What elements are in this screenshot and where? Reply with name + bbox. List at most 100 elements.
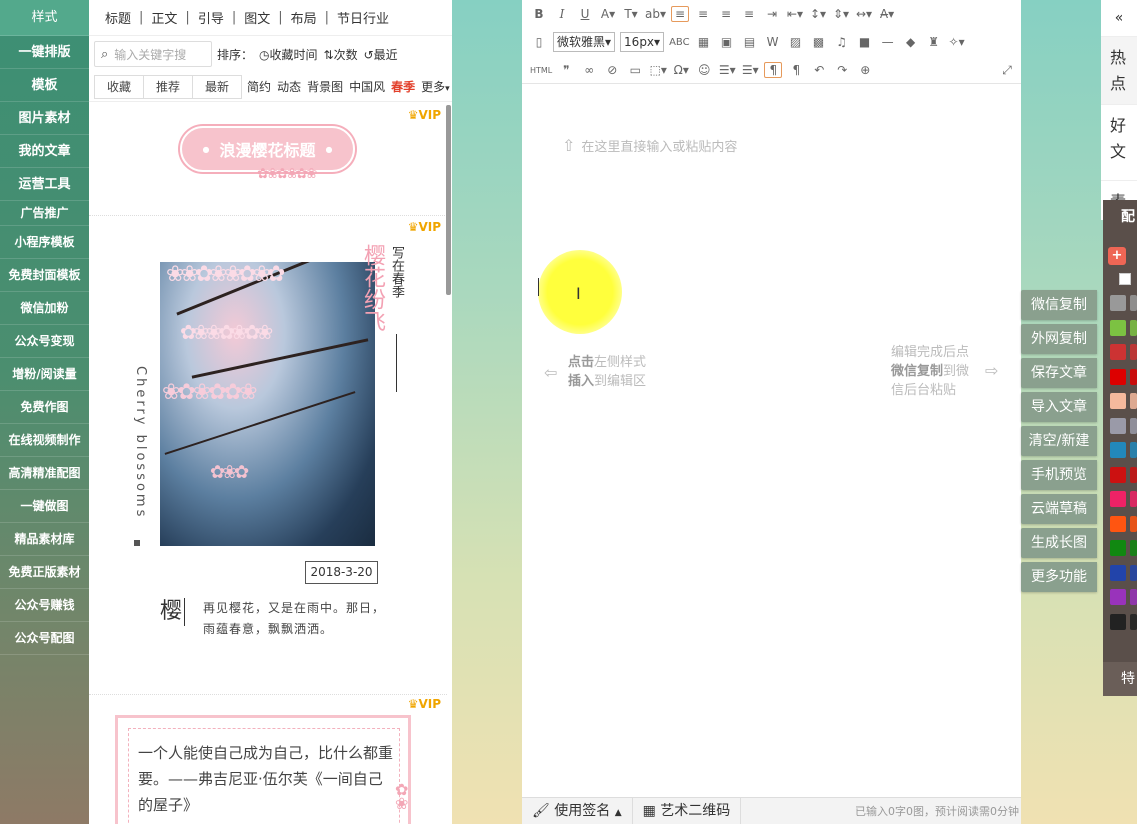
color-swatch[interactable] bbox=[1110, 540, 1126, 556]
color-swatch[interactable] bbox=[1130, 540, 1137, 556]
color-swatch[interactable] bbox=[1130, 613, 1137, 630]
color-swatch[interactable] bbox=[1110, 344, 1126, 360]
redo-icon[interactable]: ↷ bbox=[833, 63, 851, 77]
tag-spring[interactable]: 春季 bbox=[391, 78, 415, 95]
html-icon[interactable]: HTML bbox=[530, 66, 552, 75]
fullscreen-icon[interactable]: ⤢ bbox=[998, 63, 1016, 78]
nav-item-free-draw[interactable]: 免费作图 bbox=[0, 391, 89, 424]
align-center-icon[interactable]: ≡ bbox=[694, 7, 712, 21]
color-swatch[interactable] bbox=[1130, 589, 1137, 605]
nav-item-style[interactable]: 样式 bbox=[0, 0, 89, 36]
table-icon[interactable]: ▦ bbox=[695, 35, 713, 49]
tab-good-articles[interactable]: 好文 bbox=[1101, 104, 1137, 180]
quote-icon[interactable]: ❞ bbox=[557, 63, 575, 77]
font-size-select[interactable]: 16px▾ bbox=[620, 32, 665, 52]
word-import-icon[interactable]: W bbox=[764, 35, 782, 49]
template-card-quote[interactable]: ♛VIP 一个人能使自己成为自己，比什么都重要。——弗吉尼亚·伍尔芙《一间自己的… bbox=[89, 694, 447, 824]
color-swatch[interactable] bbox=[1110, 613, 1126, 630]
nav-item-monetize[interactable]: 公众号变现 bbox=[0, 325, 89, 358]
nav-item-mp-images[interactable]: 公众号配图 bbox=[0, 622, 89, 655]
format-painter-icon[interactable]: ♜ bbox=[925, 35, 943, 49]
bold-icon[interactable]: B bbox=[530, 7, 548, 21]
color-swatch[interactable] bbox=[1130, 442, 1137, 458]
tag-simple[interactable]: 简约 bbox=[247, 78, 271, 95]
clear-format-icon[interactable]: A̶▾ bbox=[878, 7, 896, 21]
color-swatch[interactable] bbox=[1130, 393, 1137, 409]
emoji-icon[interactable]: ☺ bbox=[695, 63, 713, 77]
unordered-list-icon[interactable]: ☰▾ bbox=[741, 63, 759, 77]
indent-icon[interactable]: ⇥ bbox=[763, 7, 781, 21]
color-swatch[interactable] bbox=[1110, 442, 1126, 458]
color-swatch[interactable] bbox=[1130, 319, 1137, 336]
nav-item-one-click-layout[interactable]: 一键排版 bbox=[0, 36, 89, 69]
color-swatch[interactable] bbox=[1110, 319, 1126, 336]
color-swatch[interactable] bbox=[1130, 515, 1137, 532]
color-swatch[interactable] bbox=[1110, 393, 1126, 409]
new-doc-icon[interactable]: ▯ bbox=[530, 35, 548, 49]
letter-spacing-icon[interactable]: ↔▾ bbox=[855, 7, 873, 21]
color-swatch[interactable] bbox=[1110, 295, 1126, 311]
template-card-sakura[interactable]: ♛VIP ❀❀✿❀❀✿❀✿ ✿❀❀✿❀✿❀ ❀✿❀✿✿❀ ✿❀✿ 樱花纷飞 写在… bbox=[89, 215, 447, 695]
magic-wand-icon[interactable]: ✧▾ bbox=[948, 35, 966, 49]
outdent-icon[interactable]: ⇤▾ bbox=[786, 7, 804, 21]
align-justify-icon[interactable]: ≡ bbox=[740, 7, 758, 21]
italic-icon[interactable]: I bbox=[553, 7, 571, 21]
color-swatch[interactable] bbox=[1130, 368, 1137, 385]
search-input[interactable]: ⌕ 输入关键字搜 bbox=[94, 41, 212, 67]
palette-footer[interactable]: 特 bbox=[1103, 662, 1137, 696]
signature-button[interactable]: 🖌 使用签名 ▲ bbox=[522, 797, 633, 824]
align-right-icon[interactable]: ≡ bbox=[717, 7, 735, 21]
unlink-icon[interactable]: ⊘ bbox=[603, 63, 621, 77]
underline-icon[interactable]: U bbox=[576, 7, 594, 21]
ltr-icon[interactable]: ¶ bbox=[764, 62, 783, 78]
line-spacing-icon[interactable]: ↕▾ bbox=[809, 7, 827, 21]
sort-by-favorite-time[interactable]: ◷收藏时间 bbox=[259, 46, 318, 63]
tab-layout[interactable]: 布局 bbox=[285, 8, 323, 27]
background-color-icon[interactable]: ab▾ bbox=[645, 7, 666, 21]
tag-animated[interactable]: 动态 bbox=[277, 78, 301, 95]
nav-item-free-material[interactable]: 免费正版素材 bbox=[0, 556, 89, 589]
nav-item-miniapp[interactable]: 小程序模板 bbox=[0, 226, 89, 259]
tab-hot[interactable]: 热点 bbox=[1101, 36, 1137, 104]
color-swatch[interactable] bbox=[1110, 515, 1126, 532]
wechat-copy-button[interactable]: 微信复制 bbox=[1021, 290, 1097, 320]
gallery-icon[interactable]: ▩ bbox=[810, 35, 828, 49]
art-qrcode-button[interactable]: ▦ 艺术二维码 bbox=[633, 797, 742, 824]
color-swatch[interactable] bbox=[1110, 368, 1126, 385]
align-left-icon[interactable]: ≡ bbox=[671, 6, 689, 22]
undo-icon[interactable]: ↶ bbox=[810, 63, 828, 77]
color-swatch[interactable] bbox=[1130, 491, 1137, 507]
long-image-button[interactable]: 生成长图 bbox=[1021, 528, 1097, 558]
filter-recommended[interactable]: 推荐 bbox=[143, 74, 194, 99]
eraser-icon[interactable]: ◆ bbox=[902, 35, 920, 49]
color-swatch[interactable] bbox=[1130, 417, 1137, 434]
color-swatch[interactable] bbox=[1110, 417, 1126, 434]
mobile-preview-button[interactable]: 手机预览 bbox=[1021, 460, 1097, 490]
video-icon[interactable]: ■ bbox=[856, 35, 874, 49]
nav-item-fans[interactable]: 微信加粉 bbox=[0, 292, 89, 325]
import-article-button[interactable]: 导入文章 bbox=[1021, 392, 1097, 422]
tab-festival[interactable]: 节日行业 bbox=[331, 8, 395, 27]
template-insert-icon[interactable]: ▭ bbox=[626, 63, 644, 77]
sort-by-recent[interactable]: ↺最近 bbox=[364, 46, 398, 63]
multi-image-icon[interactable]: ▤ bbox=[741, 35, 759, 49]
nav-item-ads[interactable]: 广告推广 bbox=[0, 201, 89, 226]
nav-item-video[interactable]: 在线视频制作 bbox=[0, 424, 89, 457]
ordered-list-icon[interactable]: ☰▾ bbox=[718, 63, 736, 77]
music-icon[interactable]: ♫ bbox=[833, 35, 851, 49]
font-family-select[interactable]: 微软雅黑▾ bbox=[553, 32, 616, 52]
clear-new-button[interactable]: 清空/新建 bbox=[1021, 426, 1097, 456]
color-swatch[interactable] bbox=[1130, 564, 1137, 581]
divider-icon[interactable]: — bbox=[879, 35, 897, 49]
nav-item-reads[interactable]: 增粉/阅读量 bbox=[0, 358, 89, 391]
nav-item-material-lib[interactable]: 精品素材库 bbox=[0, 523, 89, 556]
sort-by-count[interactable]: ⇅次数 bbox=[324, 46, 358, 63]
collapse-button[interactable]: « bbox=[1101, 0, 1137, 36]
more-functions-button[interactable]: 更多功能 bbox=[1021, 562, 1097, 592]
search-replace-icon[interactable]: ⊕ bbox=[856, 63, 874, 77]
tag-background[interactable]: 背景图 bbox=[307, 78, 343, 95]
link-icon[interactable]: ∞ bbox=[580, 63, 598, 77]
text-style-icon[interactable]: T▾ bbox=[622, 7, 640, 21]
rtl-icon[interactable]: ¶ bbox=[787, 63, 805, 77]
tab-guide[interactable]: 引导 bbox=[192, 8, 230, 27]
